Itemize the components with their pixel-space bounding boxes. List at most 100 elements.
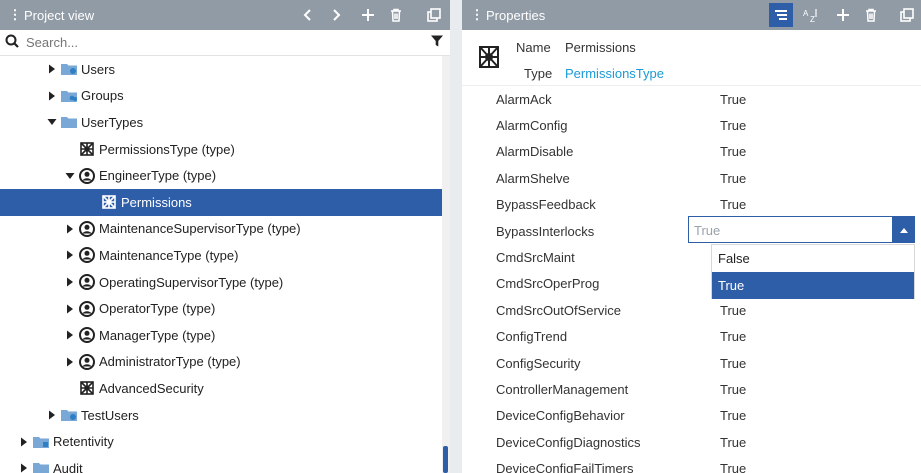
- project-view-panel: ⋮ Project view User: [0, 0, 450, 473]
- caret-right-icon[interactable]: [16, 437, 32, 447]
- property-value[interactable]: True: [720, 197, 746, 212]
- tree-item-operatingsupervisortype-type[interactable]: OperatingSupervisorType (type): [0, 269, 450, 296]
- property-name: BypassInterlocks: [496, 223, 595, 239]
- panel-title: Project view: [24, 7, 95, 23]
- property-name: DeviceConfigDiagnostics: [496, 434, 641, 450]
- tree-item-managertype-type[interactable]: ManagerType (type): [0, 322, 450, 349]
- tree-item-testusers[interactable]: TestUsers: [0, 402, 450, 429]
- property-value[interactable]: True: [720, 408, 746, 423]
- tree-item-retentivity[interactable]: Retentivity: [0, 428, 450, 455]
- tree-item-permissionstype-type[interactable]: PermissionsType (type): [0, 136, 450, 163]
- property-value[interactable]: True: [720, 92, 746, 107]
- folder-icon: [60, 113, 78, 131]
- property-row-deviceconfigbehavior[interactable]: DeviceConfigBehavior True: [462, 403, 921, 429]
- tree-item-label: TestUsers: [81, 407, 139, 423]
- caret-down-icon[interactable]: [62, 172, 78, 180]
- tree-scrollbar[interactable]: [442, 56, 450, 473]
- tree-item-administratortype-type[interactable]: AdministratorType (type): [0, 349, 450, 376]
- property-value[interactable]: True: [720, 144, 746, 159]
- folder-icon: [32, 459, 50, 473]
- forward-icon[interactable]: [324, 3, 348, 27]
- property-value[interactable]: True: [720, 435, 746, 450]
- undock-icon[interactable]: [895, 3, 919, 27]
- back-icon[interactable]: [296, 3, 320, 27]
- property-row-deviceconfigfailtimers[interactable]: DeviceConfigFailTimers True: [462, 455, 921, 473]
- tree-item-label: Users: [81, 61, 115, 77]
- property-name: ConfigTrend: [496, 329, 568, 345]
- properties-panel: ⋮ Properties AZ Name Permissions Type Pe…: [462, 0, 921, 473]
- property-value[interactable]: True: [720, 118, 746, 133]
- caret-right-icon[interactable]: [62, 357, 78, 367]
- delete-icon[interactable]: [384, 3, 408, 27]
- caret-right-icon[interactable]: [62, 277, 78, 287]
- add-icon[interactable]: [356, 3, 380, 27]
- svg-text:A: A: [803, 9, 809, 18]
- property-row-bypassfeedback[interactable]: BypassFeedback True: [462, 192, 921, 218]
- panel-splitter[interactable]: [450, 0, 462, 473]
- caret-right-icon[interactable]: [44, 410, 60, 420]
- sort-alphabetical-icon[interactable]: AZ: [799, 3, 823, 27]
- caret-right-icon[interactable]: [62, 224, 78, 234]
- property-row-cmdsrcoutofservice[interactable]: CmdSrcOutOfService True: [462, 297, 921, 323]
- property-row-alarmdisable[interactable]: AlarmDisable True: [462, 139, 921, 165]
- object-summary: Name Permissions Type PermissionsType: [462, 30, 921, 86]
- property-value[interactable]: True: [720, 329, 746, 344]
- add-icon[interactable]: [831, 3, 855, 27]
- property-value[interactable]: True: [720, 461, 746, 473]
- tree-item-engineertype-type[interactable]: EngineerType (type): [0, 162, 450, 189]
- property-row-configtrend[interactable]: ConfigTrend True: [462, 324, 921, 350]
- search-input[interactable]: [26, 35, 406, 50]
- tree-item-advancedsecurity[interactable]: AdvancedSecurity: [0, 375, 450, 402]
- caret-right-icon[interactable]: [44, 64, 60, 74]
- property-value[interactable]: True: [720, 303, 746, 318]
- tree-item-audit[interactable]: Audit: [0, 455, 450, 473]
- permissions-icon: [476, 44, 502, 70]
- tree-item-usertypes[interactable]: UserTypes: [0, 109, 450, 136]
- property-value[interactable]: True: [720, 382, 746, 397]
- filter-icon[interactable]: [430, 34, 444, 51]
- property-value[interactable]: True: [720, 356, 746, 371]
- property-row-configsecurity[interactable]: ConfigSecurity True: [462, 350, 921, 376]
- bypassinterlocks-dropdown[interactable]: True: [688, 216, 915, 243]
- tree-item-operatortype-type[interactable]: OperatorType (type): [0, 295, 450, 322]
- user-type-icon: [78, 300, 96, 318]
- undock-icon[interactable]: [422, 3, 446, 27]
- property-value[interactable]: True: [720, 171, 746, 186]
- tree-item-groups[interactable]: Groups: [0, 83, 450, 110]
- caret-right-icon[interactable]: [62, 250, 78, 260]
- dropdown-option-false[interactable]: False: [712, 245, 914, 272]
- property-row-deviceconfigdiagnostics[interactable]: DeviceConfigDiagnostics True: [462, 429, 921, 455]
- dropdown-option-true[interactable]: True: [712, 272, 914, 299]
- property-row-alarmshelve[interactable]: AlarmShelve True: [462, 165, 921, 191]
- tree-scrollbar-thumb[interactable]: [443, 446, 448, 473]
- property-name: ConfigSecurity: [496, 355, 581, 371]
- caret-down-icon[interactable]: [44, 118, 60, 126]
- panel-title: Properties: [486, 7, 546, 23]
- delete-icon[interactable]: [859, 3, 883, 27]
- property-row-alarmconfig[interactable]: AlarmConfig True: [462, 112, 921, 138]
- tree-item-users[interactable]: Users: [0, 56, 450, 83]
- panel-menu-icon[interactable]: ⋮: [468, 7, 486, 23]
- tree-item-label: AdministratorType (type): [99, 354, 241, 370]
- caret-right-icon[interactable]: [44, 91, 60, 101]
- tree-item-maintenancetype-type[interactable]: MaintenanceType (type): [0, 242, 450, 269]
- property-name: CmdSrcOutOfService: [496, 302, 621, 318]
- project-tree: Users Groups UserTypes PermissionsType (typ…: [0, 56, 450, 473]
- type-link[interactable]: PermissionsType: [565, 66, 664, 81]
- caret-right-icon[interactable]: [62, 330, 78, 340]
- tree-item-label: Permissions: [121, 194, 192, 210]
- property-row-controllermanagement[interactable]: ControllerManagement True: [462, 376, 921, 402]
- permissions-icon: [78, 140, 96, 158]
- dropdown-toggle-button[interactable]: [892, 216, 915, 243]
- caret-right-icon[interactable]: [16, 463, 32, 473]
- property-name: DeviceConfigBehavior: [496, 408, 625, 424]
- tree-item-permissions[interactable]: Permissions: [0, 188, 442, 216]
- tree-item-label: PermissionsType (type): [99, 141, 235, 157]
- tree-item-maintenancesupervisortype-type[interactable]: MaintenanceSupervisorType (type): [0, 216, 450, 243]
- caret-right-icon[interactable]: [62, 304, 78, 314]
- tree-item-label: Retentivity: [53, 434, 114, 450]
- users-folder-icon: [60, 406, 78, 424]
- categorized-view-icon[interactable]: [769, 3, 793, 27]
- panel-menu-icon[interactable]: ⋮: [6, 7, 24, 23]
- property-row-alarmack[interactable]: AlarmAck True: [462, 86, 921, 112]
